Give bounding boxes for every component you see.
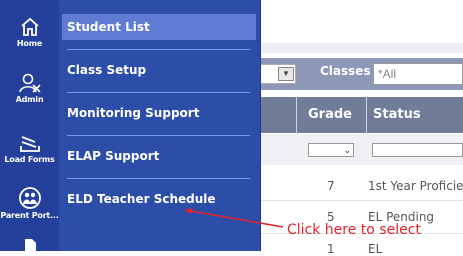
annotation-arrow <box>184 208 284 228</box>
annotation-text: Click here to select <box>287 222 421 238</box>
